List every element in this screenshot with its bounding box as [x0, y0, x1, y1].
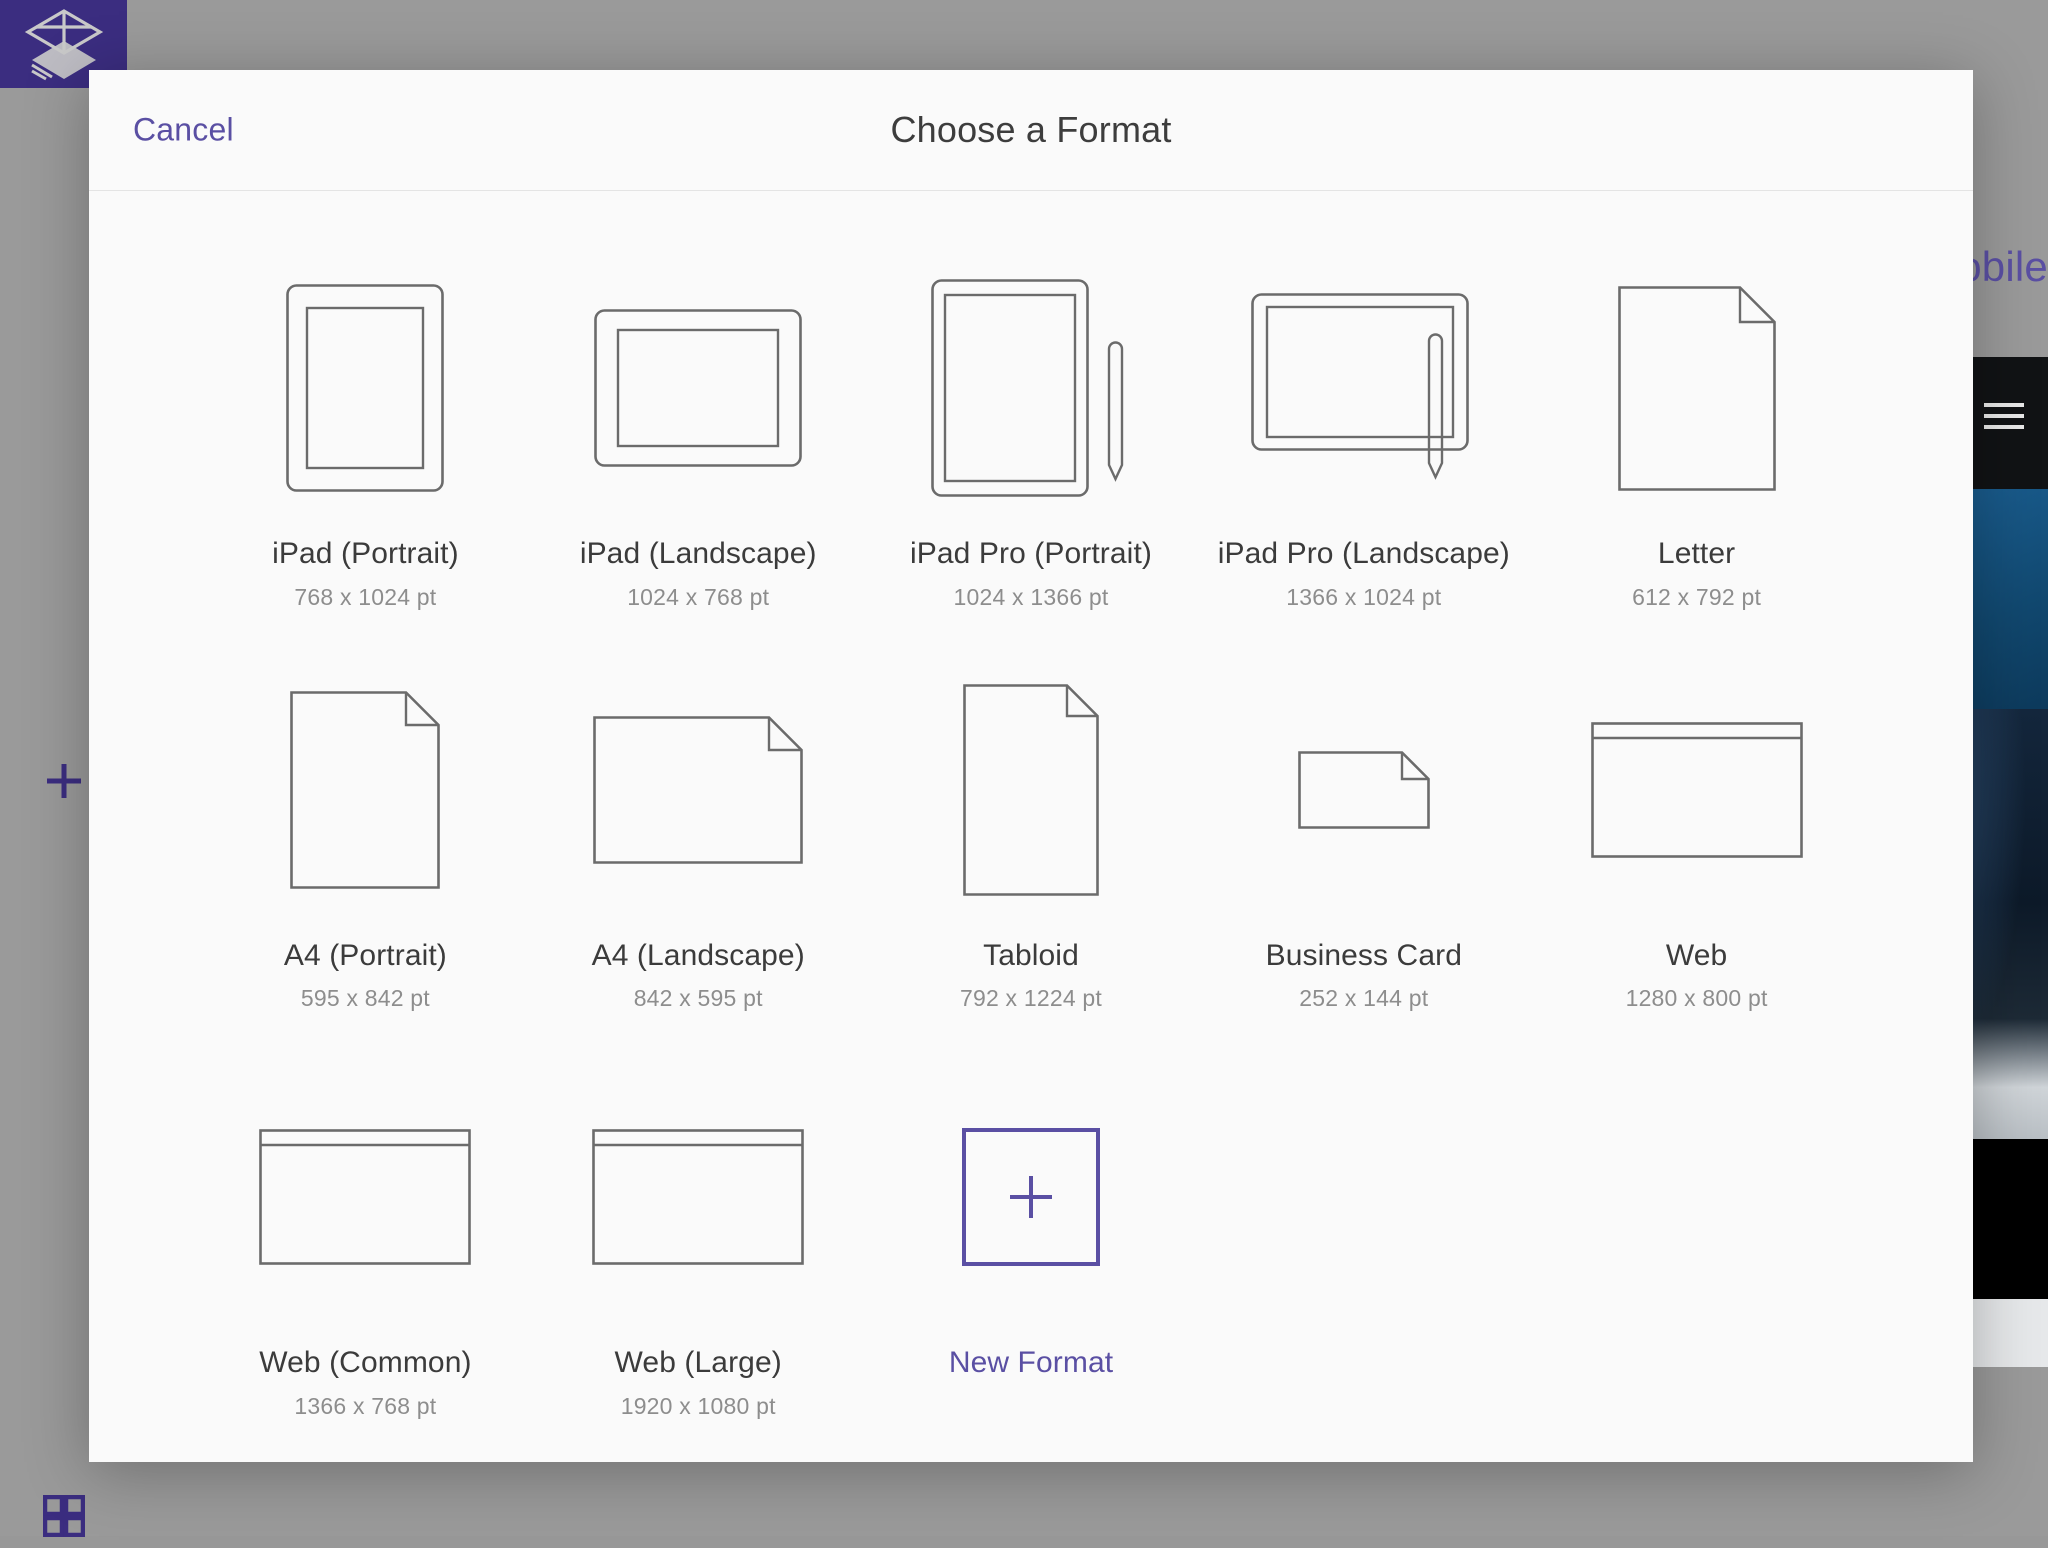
format-label: iPad Pro (Portrait) [910, 537, 1152, 572]
format-label: Business Card [1266, 939, 1462, 974]
browser-window-icon [199, 1062, 532, 1332]
format-card-business-card[interactable]: Business Card 252 x 144 pt [1197, 645, 1530, 1013]
format-card-new-format[interactable]: New Format [865, 1052, 1198, 1420]
browser-window-icon [532, 1062, 865, 1332]
plus-square-icon [865, 1062, 1198, 1332]
format-dimensions: 1366 x 768 pt [294, 1393, 436, 1420]
browser-window-icon [1530, 655, 1863, 925]
format-card-web-large[interactable]: Web (Large) 1920 x 1080 pt [532, 1052, 865, 1420]
format-card-ipad-pro-landscape[interactable]: iPad Pro (Landscape) 1366 x 1024 pt [1197, 243, 1530, 611]
page-landscape-folded-icon [532, 655, 865, 925]
format-label: Web (Large) [615, 1346, 782, 1381]
format-card-letter[interactable]: Letter 612 x 792 pt [1530, 243, 1863, 611]
tablet-pro-portrait-stylus-icon [865, 253, 1198, 523]
format-dimensions: 1024 x 768 pt [627, 584, 769, 611]
format-card-a4-landscape[interactable]: A4 (Landscape) 842 x 595 pt [532, 645, 865, 1013]
format-label: Letter [1658, 537, 1735, 572]
format-label: A4 (Portrait) [284, 939, 447, 974]
hamburger-menu-icon [1984, 403, 2024, 429]
format-card-tabloid[interactable]: Tabloid 792 x 1224 pt [865, 645, 1198, 1013]
format-dimensions: 612 x 792 pt [1632, 584, 1761, 611]
format-label: Web [1666, 939, 1727, 974]
dialog-title: Choose a Format [89, 109, 1973, 151]
page-portrait-folded-icon [199, 655, 532, 925]
format-dimensions: 842 x 595 pt [634, 985, 763, 1012]
format-card-ipad-portrait[interactable]: iPad (Portrait) 768 x 1024 pt [199, 243, 532, 611]
page-portrait-folded-icon [865, 655, 1198, 925]
format-dimensions: 1920 x 1080 pt [621, 1393, 776, 1420]
tablet-portrait-icon [199, 253, 532, 523]
format-label: Tabloid [983, 939, 1079, 974]
format-dimensions: 1280 x 800 pt [1626, 985, 1768, 1012]
format-card-ipad-pro-portrait[interactable]: iPad Pro (Portrait) 1024 x 1366 pt [865, 243, 1198, 611]
format-label: New Format [949, 1346, 1113, 1381]
format-dimensions: 792 x 1224 pt [960, 985, 1102, 1012]
format-label: Web (Common) [259, 1346, 471, 1381]
format-dimensions: 595 x 842 pt [301, 985, 430, 1012]
format-dimensions: 252 x 144 pt [1299, 985, 1428, 1012]
format-label: A4 (Landscape) [592, 939, 805, 974]
format-card-ipad-landscape[interactable]: iPad (Landscape) 1024 x 768 pt [532, 243, 865, 611]
plus-icon [42, 759, 86, 808]
format-label: iPad (Portrait) [272, 537, 459, 572]
grid-2x2-icon [43, 1495, 85, 1542]
format-dimensions: 1366 x 1024 pt [1286, 584, 1441, 611]
view-grid-button[interactable] [0, 1488, 127, 1548]
tablet-landscape-icon [532, 253, 865, 523]
format-dimensions: 768 x 1024 pt [294, 584, 436, 611]
format-card-a4-portrait[interactable]: A4 (Portrait) 595 x 842 pt [199, 645, 532, 1013]
format-dimensions: 1024 x 1366 pt [954, 584, 1109, 611]
format-label: iPad (Landscape) [580, 537, 817, 572]
dialog-header: Cancel Choose a Format [89, 70, 1973, 191]
format-grid: iPad (Portrait) 768 x 1024 pt iPad (Land… [89, 191, 1973, 1420]
tablet-pro-landscape-stylus-icon [1197, 253, 1530, 523]
card-folded-icon [1197, 655, 1530, 925]
page-portrait-folded-icon [1530, 253, 1863, 523]
format-card-web[interactable]: Web 1280 x 800 pt [1530, 645, 1863, 1013]
format-card-web-common[interactable]: Web (Common) 1366 x 768 pt [199, 1052, 532, 1420]
format-label: iPad Pro (Landscape) [1218, 537, 1510, 572]
choose-format-dialog: Cancel Choose a Format iPad (Portrait) 7… [89, 70, 1973, 1462]
